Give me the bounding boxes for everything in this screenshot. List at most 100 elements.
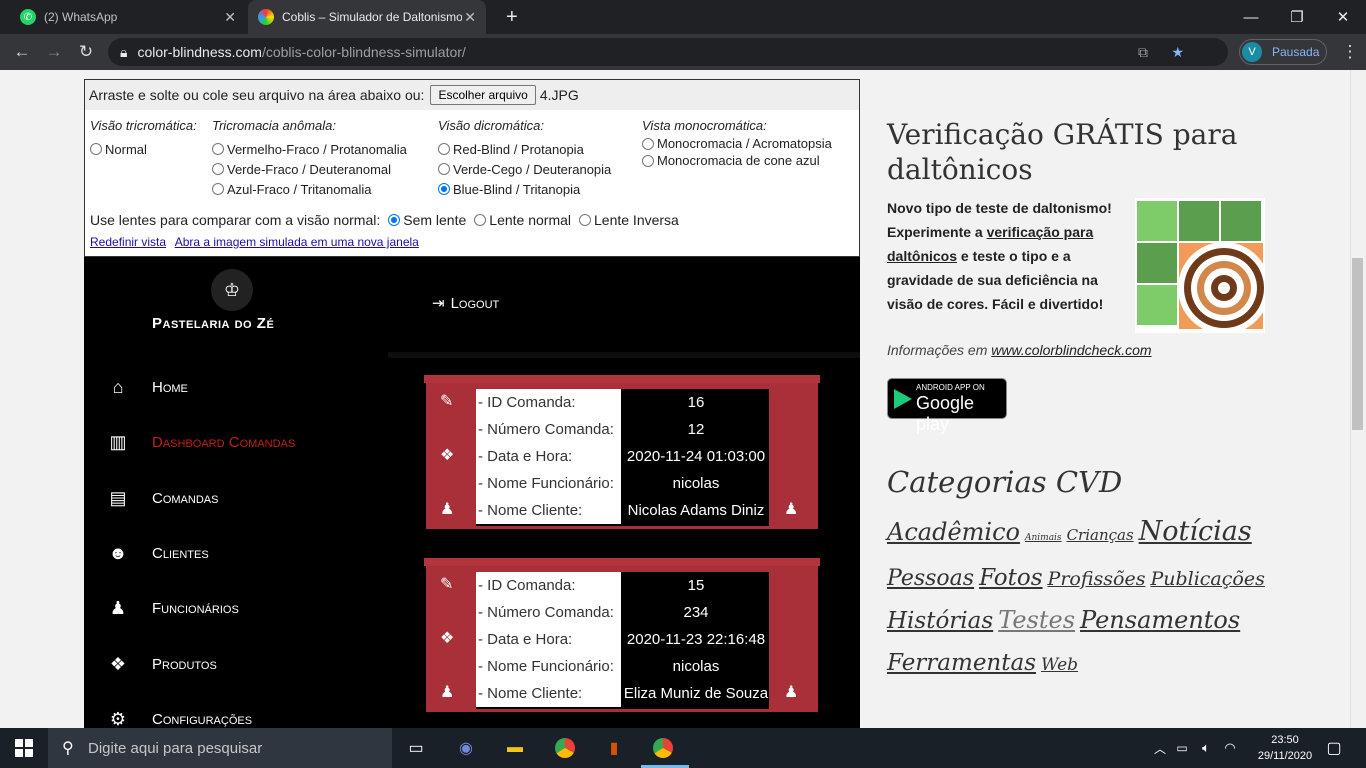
menu-icon[interactable]: ⋮ xyxy=(1336,34,1364,70)
battery-icon[interactable]: ▭ xyxy=(1170,736,1194,760)
option-blue-cone[interactable]: Monocromacia de cone azul xyxy=(642,152,832,169)
wifi-icon[interactable]: ◠ xyxy=(1218,736,1242,760)
category-tag[interactable]: Profissões xyxy=(1048,568,1146,590)
new-tab-button[interactable]: + xyxy=(496,0,528,34)
category-tag[interactable]: Notícias xyxy=(1139,516,1252,547)
radio[interactable] xyxy=(212,183,224,195)
category-tag[interactable]: Animais xyxy=(1025,533,1062,543)
category-tag[interactable]: Testes xyxy=(998,606,1075,634)
sidebar-item[interactable]: ♟ Funcionários xyxy=(84,581,388,636)
radio[interactable] xyxy=(642,154,654,167)
edit-icon[interactable]: ✎ xyxy=(440,574,453,594)
minimize-icon[interactable]: — xyxy=(1228,0,1274,34)
sidebar-item[interactable]: ❖ Produtos xyxy=(84,637,388,692)
lens-normal[interactable]: Lente normal xyxy=(474,212,571,228)
radio[interactable] xyxy=(642,137,654,150)
edit-icon[interactable]: ✎ xyxy=(440,391,453,411)
option-normal[interactable]: Normal xyxy=(90,139,197,159)
radio[interactable] xyxy=(438,143,450,155)
category-tag[interactable]: Ferramentas xyxy=(887,650,1036,676)
option-label: Verde-Fraco / Deuteranomal xyxy=(227,161,392,177)
sidebar-item[interactable]: ⌂ Home xyxy=(84,360,388,415)
bookmark-star-icon[interactable]: ★ xyxy=(1171,44,1184,61)
drop-zone[interactable]: Arraste e solte ou cole seu arquivo na á… xyxy=(85,80,859,110)
close-tab-icon[interactable]: ✕ xyxy=(464,9,476,26)
logout-link[interactable]: ⇥ Logout xyxy=(432,294,500,313)
radio[interactable] xyxy=(474,214,487,226)
taskbar-search[interactable]: ⚲ Digite aqui para pesquisar xyxy=(48,728,392,768)
radio[interactable] xyxy=(579,214,591,226)
clock-date: 29/11/2020 xyxy=(1257,750,1313,762)
promo-info-link[interactable]: www.colorblindcheck.com xyxy=(991,342,1151,358)
notification-icon[interactable]: ▢ xyxy=(1322,736,1346,760)
radio[interactable] xyxy=(90,143,102,155)
forward-icon[interactable]: → xyxy=(40,34,68,70)
option-achromatopsia[interactable]: Monocromacia / Acromatopsia xyxy=(642,135,832,152)
option-protanopia[interactable]: Red-Blind / Protanopia xyxy=(438,139,611,159)
discord-icon[interactable]: ◉ xyxy=(454,736,478,760)
sidebar-item[interactable]: ▥ Dashboard Comandas xyxy=(84,415,388,470)
category-tag[interactable]: Acadêmico xyxy=(887,518,1020,546)
promo-text: Novo tipo de teste de daltonismo! Experi… xyxy=(887,196,1125,316)
profile-button[interactable]: V Pausada xyxy=(1239,39,1327,65)
category-tag[interactable]: Web xyxy=(1041,655,1078,675)
close-tab-icon[interactable]: ✕ xyxy=(224,9,236,26)
address-bar[interactable]: 🔒︎ color-blindness.com/coblis-color-blin… xyxy=(108,38,1228,66)
option-protanomaly[interactable]: Vermelho-Fraco / Protanomalia xyxy=(212,139,407,159)
sim-links: Redefinir vista Abra a imagem simulada e… xyxy=(90,235,425,249)
option-deuteranomaly[interactable]: Verde-Fraco / Deuteranomal xyxy=(212,159,407,179)
category-tag[interactable]: Publicações xyxy=(1150,568,1264,590)
system-clock[interactable]: 23:50 29/11/2020 xyxy=(1250,732,1320,764)
start-button[interactable] xyxy=(0,728,48,768)
reload-icon[interactable]: ↻ xyxy=(72,34,100,70)
task-view-icon[interactable]: ▭ xyxy=(404,736,428,760)
lens-options: Use lentes para comparar com a visão nor… xyxy=(90,212,679,228)
field-value: Eliza Muniz de Souza xyxy=(623,684,769,702)
option-deuteranopia[interactable]: Verde-Cego / Deuteranopia xyxy=(438,159,611,179)
category-tag[interactable]: Histórias xyxy=(887,608,993,634)
lens-inverse[interactable]: Lente Inversa xyxy=(579,212,679,228)
radio[interactable] xyxy=(212,163,224,175)
badge-small-text: ANDROID APP ON xyxy=(916,383,985,392)
sidebar-item[interactable]: ☻ Clientes xyxy=(84,526,388,581)
field-value: 15 xyxy=(687,576,705,594)
radio-selected[interactable] xyxy=(388,214,401,226)
category-tag[interactable]: Pensamentos xyxy=(1080,606,1240,634)
sidebar-item-label: Home xyxy=(152,379,188,396)
volume-icon[interactable]: 🔈︎ xyxy=(1194,736,1218,760)
option-tritanomaly[interactable]: Azul-Fraco / Tritanomalia xyxy=(212,179,407,199)
cubes-icon: ❖ xyxy=(440,630,455,647)
colorblind-check-image[interactable] xyxy=(1135,198,1265,333)
choose-file-button[interactable]: Escolher arquivo xyxy=(430,85,536,105)
translate-icon[interactable]: ⧉ xyxy=(1138,44,1148,61)
chrome-icon[interactable] xyxy=(553,736,577,760)
google-play-badge[interactable]: ANDROID APP ON Google play xyxy=(887,378,1007,434)
close-window-icon[interactable]: ✕ xyxy=(1320,0,1366,34)
app-icon[interactable]: ▮ xyxy=(602,736,626,760)
open-new-window-link[interactable]: Abra a imagem simulada em uma nova janel… xyxy=(175,235,419,249)
logout-label: Logout xyxy=(450,294,500,312)
radio-selected[interactable] xyxy=(438,183,450,195)
sidebar-item[interactable]: ▤ Comandas xyxy=(84,471,388,526)
category-tag[interactable]: Pessoas xyxy=(887,566,974,591)
radio[interactable] xyxy=(438,163,450,175)
option-tritanopia[interactable]: Blue-Blind / Tritanopia xyxy=(438,179,611,199)
sidebar-item-label: Funcionários xyxy=(152,600,239,618)
user-icon: ♟ xyxy=(784,684,799,701)
tab-whatsapp[interactable]: ✆ (2) WhatsApp ✕ xyxy=(10,0,246,34)
reset-view-link[interactable]: Redefinir vista xyxy=(90,235,166,249)
chrome-profile-icon[interactable] xyxy=(651,736,675,760)
tab-coblis[interactable]: Coblis – Simulador de Daltonismo ✕ xyxy=(248,0,486,34)
card-top-strip xyxy=(424,375,820,383)
chevron-up-icon[interactable]: ︿ xyxy=(1148,736,1172,760)
sidebar-item[interactable]: ⚙ Configurações xyxy=(84,692,388,728)
group-title: Tricromacia anômala: xyxy=(212,118,337,133)
radio[interactable] xyxy=(212,143,224,155)
category-tag[interactable]: Crianças xyxy=(1067,526,1134,544)
lens-none[interactable]: Sem lente xyxy=(388,212,466,228)
file-explorer-icon[interactable]: ▬ xyxy=(503,736,527,760)
category-tag[interactable]: Fotos xyxy=(979,565,1042,591)
scrollbar-thumb[interactable] xyxy=(1352,258,1363,430)
restore-icon[interactable]: ❐ xyxy=(1274,0,1320,34)
back-icon[interactable]: ← xyxy=(8,34,36,70)
